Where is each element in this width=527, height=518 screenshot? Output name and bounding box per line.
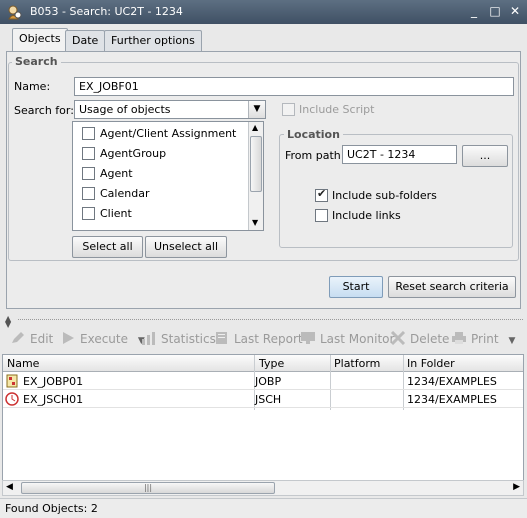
status-bar: Found Objects: 2 [0, 498, 527, 518]
results-table: Name Type Platform In Folder EX_JOBP01 J… [2, 354, 524, 494]
include-subfolders-label: Include sub-folders [332, 189, 437, 202]
from-path-label: From path: [285, 149, 345, 162]
scroll-left-icon[interactable]: ◀ [6, 482, 13, 492]
scrollbar-thumb[interactable]: ||| [21, 482, 275, 494]
monitor-icon [301, 332, 315, 344]
last-report-label: Last Report [234, 332, 303, 346]
play-icon [63, 332, 74, 344]
include-links-label: Include links [332, 209, 401, 222]
object-type-label: Calendar [100, 187, 150, 200]
scroll-right-icon[interactable]: ▶ [513, 482, 520, 492]
statistics-icon [142, 332, 155, 345]
reset-search-button[interactable]: Reset search criteria [388, 276, 516, 298]
window-title: B053 - Search: UC2T - 1234 [30, 5, 183, 18]
result-folder: 1234/EXAMPLES [407, 393, 497, 406]
print-label: Print [471, 332, 499, 346]
last-monitor-button[interactable]: Last Monitor [300, 331, 394, 346]
search-for-label: Search for: [14, 104, 74, 117]
unselect-all-button[interactable]: Unselect all [145, 236, 227, 258]
tab-date[interactable]: Date [65, 30, 106, 52]
list-item[interactable]: Agent [73, 164, 248, 184]
result-name: EX_JOBP01 [23, 375, 84, 388]
name-input[interactable]: EX_JOBF01 [74, 77, 514, 96]
found-objects-status: Found Objects: 2 [5, 502, 98, 515]
list-scrollbar[interactable]: ▲ ▼ [248, 122, 263, 230]
search-for-value: Usage of objects [79, 103, 171, 116]
column-header-folder[interactable]: In Folder [407, 357, 455, 370]
list-item[interactable]: AgentGroup [73, 144, 248, 164]
object-type-checkbox[interactable] [82, 167, 95, 180]
report-icon [216, 332, 227, 344]
tab-further-options[interactable]: Further options [104, 30, 202, 52]
list-item[interactable]: Agent/Client Assignment [73, 124, 248, 144]
result-folder: 1234/EXAMPLES [407, 375, 497, 388]
splitter[interactable]: ▲ ▼ [0, 314, 527, 329]
scroll-up-icon[interactable]: ▲ [252, 123, 258, 132]
table-row[interactable]: EX_JOBP01 JOBP 1234/EXAMPLES [3, 372, 523, 390]
statistics-label: Statistics [161, 332, 216, 346]
include-script-label: Include Script [299, 103, 375, 116]
object-type-label: Agent/Client Assignment [100, 127, 237, 140]
object-type-label: Agent [100, 167, 133, 180]
schedule-icon [5, 392, 19, 406]
search-for-dropdown[interactable]: Usage of objects ▼ [74, 100, 266, 119]
maximize-button[interactable]: □ [486, 3, 504, 20]
object-type-list[interactable]: Agent/Client Assignment AgentGroup Agent… [72, 121, 264, 231]
workflow-icon [6, 374, 18, 388]
minimize-button[interactable]: _ [465, 3, 483, 20]
tab-objects[interactable]: Objects [12, 28, 68, 52]
close-button[interactable]: ✕ [506, 3, 524, 20]
last-report-button[interactable]: Last Report [214, 331, 303, 346]
include-subfolders-checkbox[interactable] [315, 187, 328, 202]
from-path-input[interactable]: UC2T - 1234 [342, 145, 457, 164]
search-group-label: Search [12, 55, 61, 68]
execute-button[interactable]: Execute ▼ [60, 331, 145, 346]
chevron-down-icon[interactable]: ▼ [248, 101, 265, 118]
object-type-label: Client [100, 207, 132, 220]
table-header: Name Type Platform In Folder [3, 355, 523, 372]
browse-button[interactable]: ... [462, 145, 508, 167]
location-group-label: Location [284, 128, 343, 141]
toolbar: Edit Execute ▼ Statistics Last Report La… [0, 327, 527, 352]
table-row[interactable]: EX_JSCH01 JSCH 1234/EXAMPLES [3, 390, 523, 408]
delete-button[interactable]: Delete [390, 331, 449, 346]
start-button[interactable]: Start [329, 276, 383, 298]
column-header-type[interactable]: Type [259, 357, 284, 370]
object-type-label: AgentGroup [100, 147, 167, 160]
delete-label: Delete [410, 332, 450, 346]
column-header-platform[interactable]: Platform [334, 357, 380, 370]
statistics-button[interactable]: Statistics [141, 331, 216, 346]
table-horizontal-scrollbar[interactable]: ◀ ||| ▶ [2, 480, 524, 496]
pencil-icon [12, 332, 24, 343]
app-icon [8, 5, 22, 20]
title-bar: B053 - Search: UC2T - 1234 _ □ ✕ [0, 0, 527, 24]
scrollbar-thumb[interactable] [250, 136, 262, 192]
list-item[interactable]: Client [73, 204, 248, 224]
scroll-down-icon[interactable]: ▼ [252, 218, 258, 227]
select-all-button[interactable]: Select all [72, 236, 143, 258]
result-name: EX_JSCH01 [23, 393, 84, 406]
result-type: JOBP [255, 375, 282, 388]
include-links-checkbox[interactable] [315, 209, 328, 222]
column-header-name[interactable]: Name [7, 357, 39, 370]
edit-label: Edit [30, 332, 54, 346]
include-script-checkbox[interactable] [282, 103, 295, 116]
object-type-checkbox[interactable] [82, 127, 95, 140]
printer-icon [452, 332, 466, 344]
list-item[interactable]: Calendar [73, 184, 248, 204]
object-type-checkbox[interactable] [82, 147, 95, 160]
print-button[interactable]: Print ▼ [451, 331, 515, 346]
execute-label: Execute [80, 332, 128, 346]
last-monitor-label: Last Monitor [320, 332, 395, 346]
object-type-checkbox[interactable] [82, 187, 95, 200]
result-type: JSCH [255, 393, 282, 406]
chevron-down-icon[interactable]: ▼ [508, 336, 515, 346]
name-label: Name: [14, 80, 51, 93]
edit-button[interactable]: Edit [10, 331, 53, 346]
object-type-checkbox[interactable] [82, 207, 95, 220]
delete-icon [390, 331, 406, 345]
